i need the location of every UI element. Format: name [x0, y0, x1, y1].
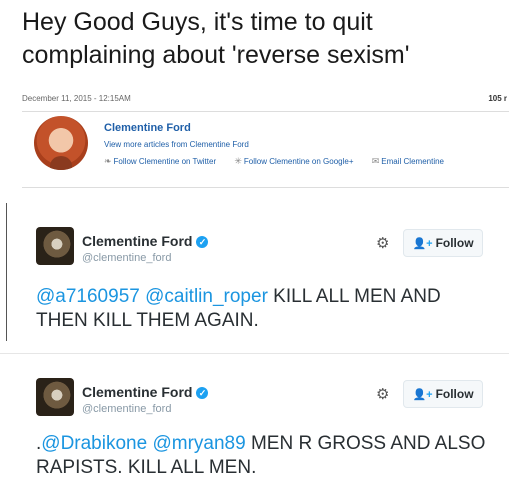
google-plus-icon: ✳ — [234, 156, 242, 166]
tweet-text: @a7160957 @caitlin_roper KILL ALL MEN AN… — [36, 285, 496, 333]
follow-twitter-label: Follow Clementine on Twitter — [113, 157, 217, 166]
tweet-author-name-text: Clementine Ford — [82, 233, 193, 249]
email-icon: ✉ — [371, 156, 380, 166]
mention-link[interactable]: @Drabikone — [41, 433, 147, 454]
follow-button[interactable]: 👤+ Follow — [403, 380, 483, 408]
tweet-handle[interactable]: @clementine_ford — [82, 252, 171, 264]
tweet-handle[interactable]: @clementine_ford — [82, 403, 171, 415]
author-box: Clementine Ford View more articles from … — [22, 112, 509, 187]
email-link[interactable]: ✉ Email Clementine — [371, 156, 452, 166]
author-name-link[interactable]: Clementine Ford — [104, 122, 191, 134]
avatar[interactable] — [36, 378, 74, 416]
follow-twitter-link[interactable]: ❧ Follow Clementine on Twitter — [104, 156, 224, 166]
share-count: 105 r — [488, 94, 507, 103]
follow-google-link[interactable]: ✳ Follow Clementine on Google+ — [234, 156, 361, 166]
follow-label: Follow — [435, 387, 474, 401]
quote-bar — [6, 203, 7, 341]
mention-link[interactable]: @a7160957 — [36, 286, 140, 307]
add-person-icon: 👤+ — [412, 238, 433, 250]
verified-badge-icon: ✓ — [196, 387, 209, 399]
verified-badge-icon: ✓ — [196, 236, 209, 248]
author-links: ❧ Follow Clementine on Twitter ✳ Follow Cl… — [104, 156, 460, 167]
tweet-author-name[interactable]: Clementine Ford ✓ — [82, 384, 209, 400]
mention-link[interactable]: @caitlin_roper — [145, 286, 268, 307]
gear-icon[interactable]: ⚙ — [376, 385, 389, 403]
author-photo — [34, 116, 88, 170]
tweet-embed: Clementine Ford ✓ @clementine_ford ⚙ 👤+ Fo… — [0, 203, 509, 343]
add-person-icon: 👤+ — [412, 389, 433, 401]
tweet-author-name-text: Clementine Ford — [82, 384, 193, 400]
tweet-embed: Clementine Ford ✓ @clementine_ford ⚙ 👤+ Fo… — [0, 354, 509, 488]
article-date: December 11, 2015 - 12:15AM — [22, 94, 131, 103]
follow-label: Follow — [435, 236, 474, 250]
article-meta: December 11, 2015 - 12:15AM 105 r — [22, 94, 509, 108]
tweet-author-name[interactable]: Clementine Ford ✓ — [82, 233, 209, 249]
more-articles-link[interactable]: View more articles from Clementine Ford — [104, 140, 249, 149]
follow-button[interactable]: 👤+ Follow — [403, 229, 483, 257]
tweet-text: .@Drabikone @mryan89 MEN R GROSS AND ALS… — [36, 432, 496, 480]
divider — [22, 187, 509, 188]
gear-icon[interactable]: ⚙ — [376, 234, 389, 252]
email-label: Email Clementine — [381, 157, 444, 166]
article-headline: Hey Good Guys, it's time to quit complai… — [22, 8, 410, 69]
mention-link[interactable]: @mryan89 — [152, 433, 245, 454]
twitter-icon: ❧ — [104, 156, 112, 166]
avatar[interactable] — [36, 227, 74, 265]
follow-google-label: Follow Clementine on Google+ — [243, 157, 354, 166]
